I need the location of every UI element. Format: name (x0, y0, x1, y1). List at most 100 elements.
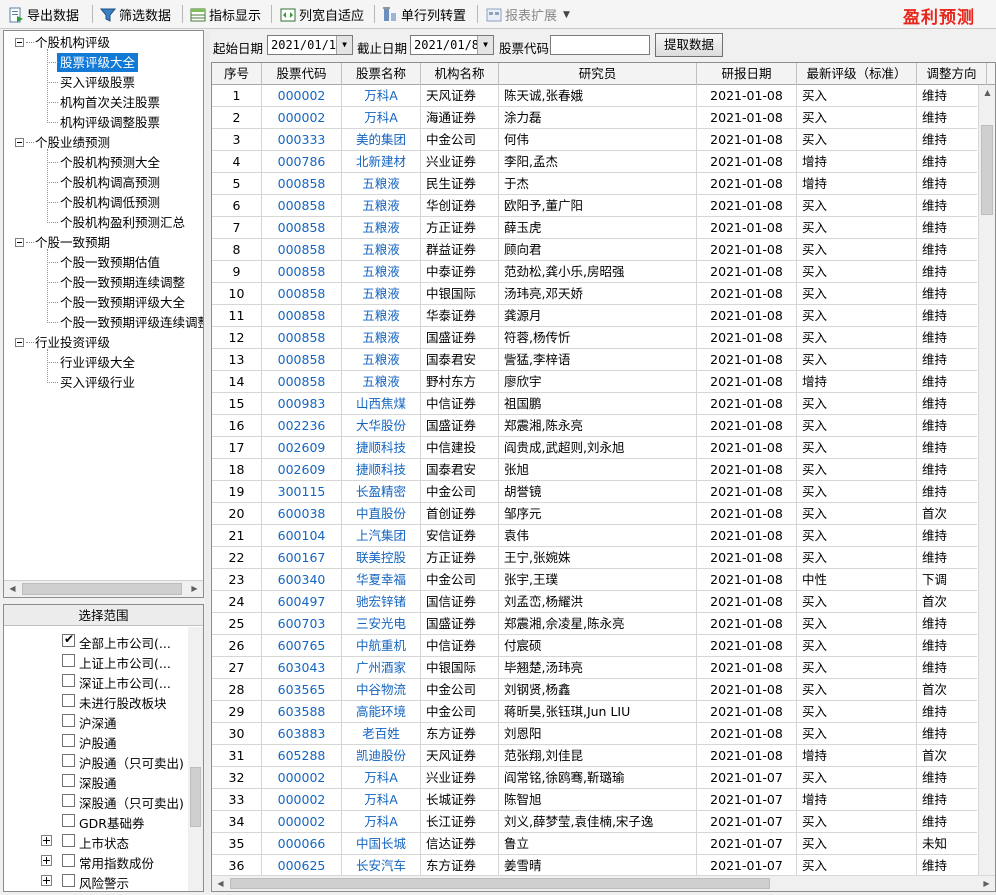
table-cell[interactable]: 600765 (262, 635, 342, 656)
table-cell[interactable]: 高能环境 (342, 701, 421, 722)
table-cell[interactable]: 驰宏锌锗 (342, 591, 421, 612)
end-date-picker[interactable]: 2021/01/8 ▼ (410, 35, 494, 55)
table-cell[interactable]: 300115 (262, 481, 342, 502)
table-cell[interactable]: 万科A (342, 789, 421, 810)
table-cell[interactable]: 万科A (342, 85, 421, 106)
range-checkbox[interactable] (62, 874, 75, 887)
tree-item[interactable]: 股票评级大全 (57, 53, 139, 72)
table-cell[interactable]: 五粮液 (342, 371, 421, 392)
column-header[interactable]: 研报日期 (697, 63, 797, 85)
table-row[interactable]: 26 600765 中航重机 中信证券 付宸硕 2021-01-08 买入 维持 (212, 635, 977, 657)
tree-item[interactable]: 个股一致预期连续调整 (60, 273, 185, 292)
range-checkbox[interactable] (62, 654, 75, 667)
table-cell[interactable]: 万科A (342, 107, 421, 128)
table-cell[interactable]: 捷顺科技 (342, 437, 421, 458)
indicator-button[interactable]: 指标显示 (190, 4, 261, 25)
table-row[interactable]: 24 600497 驰宏锌锗 国信证券 刘孟峦,杨耀洪 2021-01-08 买入 首次 (212, 591, 977, 613)
table-cell[interactable]: 000858 (262, 349, 342, 370)
table-cell[interactable]: 中谷物流 (342, 679, 421, 700)
table-row[interactable]: 5 000858 五粮液 民生证券 于杰 2021-01-08 增持 维持 (212, 173, 977, 195)
table-row[interactable]: 6 000858 五粮液 华创证券 欧阳予,董广阳 2021-01-08 买入 维持 (212, 195, 977, 217)
table-cell[interactable]: 北新建材 (342, 151, 421, 172)
table-row[interactable]: 13 000858 五粮液 国泰君安 訾猛,李梓语 2021-01-08 买入 维持 (212, 349, 977, 371)
table-cell[interactable]: 老百姓 (342, 723, 421, 744)
fetch-data-button[interactable]: 提取数据 (655, 33, 723, 57)
table-vertical-scrollbar[interactable]: ▲ (978, 85, 995, 875)
tree-item[interactable]: 买入评级行业 (60, 373, 135, 392)
table-cell[interactable]: 600340 (262, 569, 342, 590)
table-cell[interactable]: 000002 (262, 107, 342, 128)
table-cell[interactable]: 000858 (262, 261, 342, 282)
expand-icon[interactable] (41, 835, 52, 846)
table-cell[interactable]: 000858 (262, 217, 342, 238)
expand-icon[interactable] (41, 855, 52, 866)
stock-code-input[interactable] (550, 35, 650, 55)
table-row[interactable]: 20 600038 中直股份 首创证券 邹序元 2021-01-08 买入 首次 (212, 503, 977, 525)
table-cell[interactable]: 000002 (262, 85, 342, 106)
tree-collapse-icon[interactable] (15, 238, 24, 247)
table-row[interactable]: 30 603883 老百姓 东方证券 刘恩阳 2021-01-08 买入 维持 (212, 723, 977, 745)
scroll-left-icon[interactable]: ◀ (212, 876, 229, 891)
table-cell[interactable]: 000002 (262, 811, 342, 832)
range-checkbox[interactable] (62, 632, 75, 647)
tree-item[interactable]: 机构首次关注股票 (60, 93, 160, 112)
table-row[interactable]: 32 000002 万科A 兴业证券 阎常铭,徐鸥骞,靳璐瑜 2021-01-07 买入 维持 (212, 767, 977, 789)
table-row[interactable]: 34 000002 万科A 长江证券 刘义,薛梦莹,袁佳楠,宋子逸 2021-01-07 买… (212, 811, 977, 833)
tree-item[interactable]: 个股机构盈利预测汇总 (60, 213, 185, 232)
table-cell[interactable]: 山西焦煤 (342, 393, 421, 414)
table-cell[interactable]: 600038 (262, 503, 342, 524)
scrollbar-thumb[interactable] (981, 125, 993, 215)
chevron-down-icon[interactable]: ▼ (477, 36, 493, 54)
table-cell[interactable]: 000858 (262, 371, 342, 392)
table-cell[interactable]: 605288 (262, 745, 342, 766)
panel-splitter[interactable] (205, 30, 210, 892)
table-cell[interactable]: 000786 (262, 151, 342, 172)
tree-horizontal-scrollbar[interactable]: ◀ ▶ (4, 580, 203, 597)
table-cell[interactable]: 002609 (262, 459, 342, 480)
table-cell[interactable]: 大华股份 (342, 415, 421, 436)
table-row[interactable]: 4 000786 北新建材 兴业证券 李阳,孟杰 2021-01-08 增持 维持 (212, 151, 977, 173)
tree-item[interactable]: 个股机构调高预测 (60, 173, 160, 192)
column-header[interactable]: 股票代码 (262, 63, 342, 85)
tree-collapse-icon[interactable] (15, 38, 24, 47)
range-vertical-scrollbar[interactable] (188, 627, 203, 891)
range-checkbox[interactable] (62, 734, 75, 747)
scroll-right-icon[interactable]: ▶ (978, 876, 995, 891)
table-cell[interactable]: 000002 (262, 767, 342, 788)
report-extend-button[interactable]: 报表扩展 ▼ (486, 4, 570, 25)
expand-icon[interactable] (41, 875, 52, 886)
table-cell[interactable]: 中直股份 (342, 503, 421, 524)
range-checkbox[interactable] (62, 794, 75, 807)
column-header[interactable]: 序号 (212, 63, 262, 85)
table-cell[interactable]: 600104 (262, 525, 342, 546)
table-cell[interactable]: 捷顺科技 (342, 459, 421, 480)
table-row[interactable]: 21 600104 上汽集团 安信证券 袁伟 2021-01-08 买入 维持 (212, 525, 977, 547)
table-cell[interactable]: 600703 (262, 613, 342, 634)
table-row[interactable]: 1 000002 万科A 天风证券 陈天诚,张春娥 2021-01-08 买入 维持 (212, 85, 977, 107)
table-row[interactable]: 28 603565 中谷物流 中金公司 刘钢贤,杨鑫 2021-01-08 买入 首次 (212, 679, 977, 701)
tree-item[interactable]: 个股一致预期评级大全 (60, 293, 185, 312)
table-cell[interactable]: 五粮液 (342, 173, 421, 194)
scroll-right-icon[interactable]: ▶ (186, 581, 203, 597)
tree-item[interactable]: 个股一致预期评级连续调整 (60, 313, 203, 332)
column-header[interactable]: 最新评级（标准） (797, 63, 917, 85)
table-row[interactable]: 11 000858 五粮液 华泰证券 龚源月 2021-01-08 买入 维持 (212, 305, 977, 327)
table-row[interactable]: 18 002609 捷顺科技 国泰君安 张旭 2021-01-08 买入 维持 (212, 459, 977, 481)
autofit-button[interactable]: 列宽自适应 (280, 4, 364, 25)
table-cell[interactable]: 000858 (262, 283, 342, 304)
chevron-down-icon[interactable]: ▼ (336, 36, 352, 54)
table-row[interactable]: 23 600340 华夏幸福 中金公司 张宇,王璞 2021-01-08 中性 下调 (212, 569, 977, 591)
column-header[interactable]: 股票名称 (342, 63, 421, 85)
table-cell[interactable]: 五粮液 (342, 217, 421, 238)
range-checkbox[interactable] (62, 754, 75, 767)
transpose-button[interactable]: 单行列转置 (382, 4, 466, 25)
table-cell[interactable]: 五粮液 (342, 261, 421, 282)
table-cell[interactable]: 002236 (262, 415, 342, 436)
export-button[interactable]: 导出数据 (8, 4, 79, 25)
table-cell[interactable]: 上汽集团 (342, 525, 421, 546)
table-row[interactable]: 35 000066 中国长城 信达证券 鲁立 2021-01-07 买入 未知 (212, 833, 977, 855)
table-cell[interactable]: 000066 (262, 833, 342, 854)
table-cell[interactable]: 000858 (262, 195, 342, 216)
table-cell[interactable]: 000858 (262, 327, 342, 348)
scrollbar-thumb[interactable] (22, 583, 182, 595)
